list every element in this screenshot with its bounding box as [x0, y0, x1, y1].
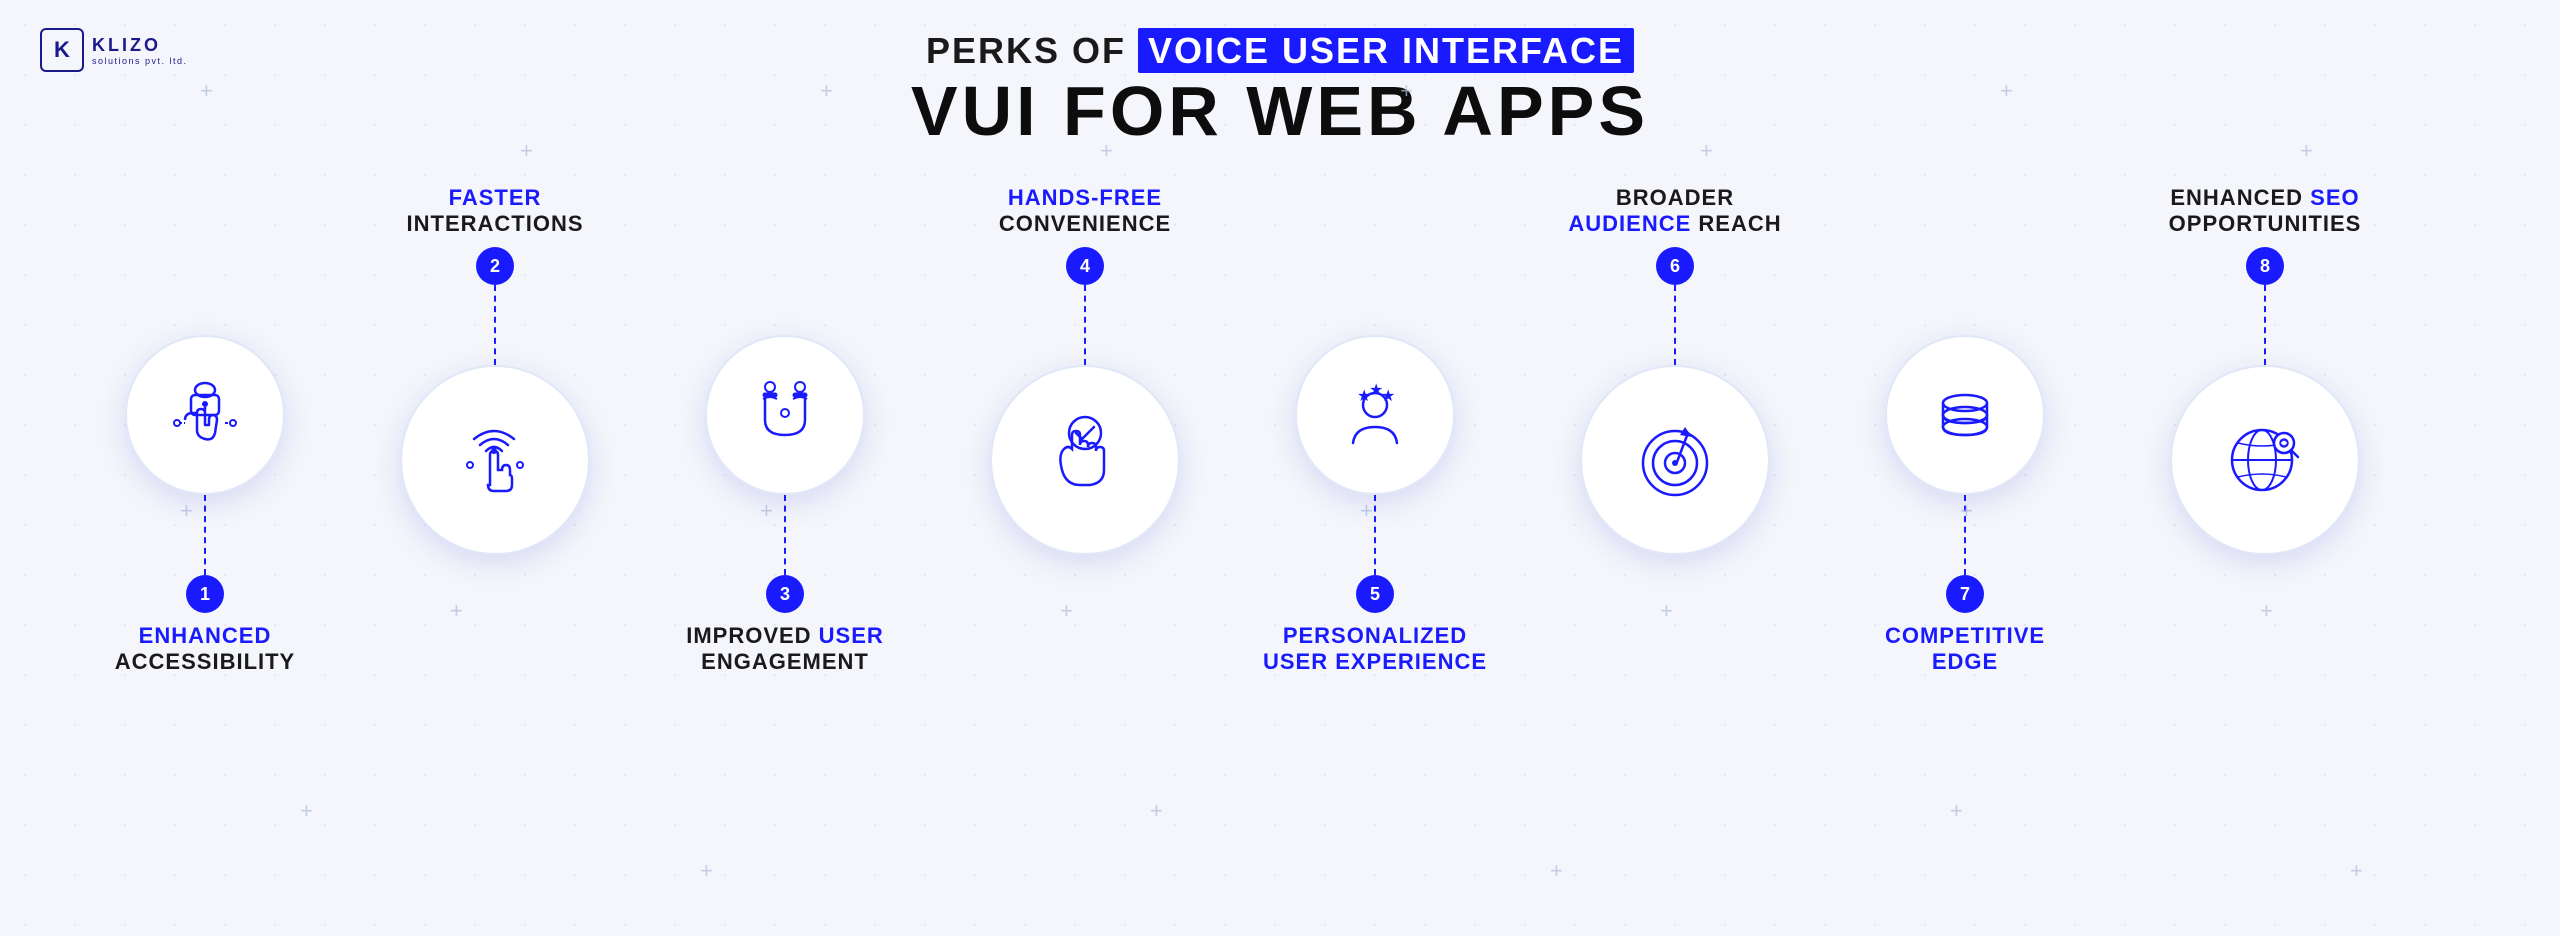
- dotted-line-2: [494, 285, 496, 365]
- perk-item-2: FASTER INTERACTIONS 2: [350, 175, 640, 555]
- label-3: IMPROVED USER ENGAGEMENT: [676, 623, 894, 675]
- label-8: ENHANCED SEO OPPORTUNITIES: [2159, 185, 2372, 237]
- touch-gesture-icon: [450, 415, 540, 505]
- dotted-line-5: [1374, 495, 1376, 575]
- hand-check-icon: [1040, 415, 1130, 505]
- perk-item-6: BROADER AUDIENCE REACH 6: [1530, 175, 1820, 555]
- badge-5: 5: [1356, 575, 1394, 613]
- plus-decoration: +: [700, 860, 713, 882]
- label-8-line1: ENHANCED SEO: [2169, 185, 2362, 211]
- label-5: PERSONALIZED USER EXPERIENCE: [1253, 623, 1497, 675]
- dotted-line-8: [2264, 285, 2266, 365]
- header-subtitle: PERKS OF VOICE USER INTERFACE: [0, 30, 2560, 72]
- label-4-line2: CONVENIENCE: [999, 211, 1171, 237]
- label-3-line2: ENGAGEMENT: [686, 649, 884, 675]
- plus-decoration: +: [520, 140, 533, 162]
- plus-decoration: +: [2350, 860, 2363, 882]
- plus-decoration: +: [1960, 500, 1973, 522]
- icon-circle-4: [990, 365, 1180, 555]
- hand-lock-icon: [165, 375, 245, 455]
- badge-3: 3: [766, 575, 804, 613]
- perk-item-3: 3 IMPROVED USER ENGAGEMENT: [640, 335, 930, 675]
- plus-decoration: +: [2260, 600, 2273, 622]
- label-1: ENHANCED ACCESSIBILITY: [105, 623, 305, 675]
- label-1-line1: ENHANCED: [115, 623, 295, 649]
- plus-decoration: +: [450, 600, 463, 622]
- page-container: K KLIZO solutions pvt. ltd. PERKS OF VOI…: [0, 0, 2560, 936]
- perk-item-4: HANDS-FREE CONVENIENCE 4: [940, 175, 1230, 555]
- label-3-line1: IMPROVED USER: [686, 623, 884, 649]
- label-7-line2: EDGE: [1885, 649, 2045, 675]
- icon-circle-3: [705, 335, 865, 495]
- icon-circle-2: [400, 365, 590, 555]
- plus-decoration: +: [2000, 80, 2013, 102]
- badge-1: 1: [186, 575, 224, 613]
- label-2: FASTER INTERACTIONS: [397, 185, 594, 237]
- plus-decoration: +: [1400, 80, 1413, 102]
- label-4-line1: HANDS-FREE: [999, 185, 1171, 211]
- plus-decoration: +: [1550, 860, 1563, 882]
- plus-decoration: +: [2300, 140, 2313, 162]
- plus-decoration: +: [820, 80, 833, 102]
- plus-decoration: +: [1950, 800, 1963, 822]
- plus-decoration: +: [200, 80, 213, 102]
- label-4: HANDS-FREE CONVENIENCE: [989, 185, 1181, 237]
- label-2-line2: INTERACTIONS: [407, 211, 584, 237]
- perk-item-1: 1 ENHANCED ACCESSIBILITY: [60, 335, 350, 675]
- icon-circle-6: [1580, 365, 1770, 555]
- plus-decoration: +: [1150, 800, 1163, 822]
- icon-circle-1: [125, 335, 285, 495]
- label-1-line2: ACCESSIBILITY: [115, 649, 295, 675]
- label-7: COMPETITIVE EDGE: [1875, 623, 2055, 675]
- plus-decoration: +: [300, 800, 313, 822]
- label-2-line1: FASTER: [407, 185, 584, 211]
- icon-circle-5: ★ ★ ★: [1295, 335, 1455, 495]
- plus-decoration: +: [1060, 600, 1073, 622]
- header-highlight: VOICE USER INTERFACE: [1138, 28, 1634, 73]
- header-prefix: PERKS OF: [926, 30, 1126, 71]
- label-6: BROADER AUDIENCE REACH: [1558, 185, 1791, 237]
- perk-item-5: ★ ★ ★ 5 PERSONALIZED USER EXPERIENCE: [1230, 335, 1520, 675]
- badge-2: 2: [476, 247, 514, 285]
- plus-decoration: +: [1660, 600, 1673, 622]
- infographic-row: 1 ENHANCED ACCESSIBILITY FASTER INTERACT…: [0, 155, 2560, 855]
- header-title: VUI FOR WEB APPS: [0, 76, 2560, 146]
- plus-decoration: +: [180, 500, 193, 522]
- page-header: PERKS OF VOICE USER INTERFACE VUI FOR WE…: [0, 30, 2560, 146]
- plus-decoration: +: [1100, 140, 1113, 162]
- plus-decoration: +: [1700, 140, 1713, 162]
- badge-8: 8: [2246, 247, 2284, 285]
- perk-item-8: ENHANCED SEO OPPORTUNITIES 8: [2120, 175, 2410, 555]
- badge-4: 4: [1066, 247, 1104, 285]
- label-8-line2: OPPORTUNITIES: [2169, 211, 2362, 237]
- label-5-line1: PERSONALIZED: [1263, 623, 1487, 649]
- dotted-line-1: [204, 495, 206, 575]
- target-arrow-icon: [1630, 415, 1720, 505]
- label-6-line1: BROADER: [1568, 185, 1781, 211]
- magnet-people-icon: [745, 375, 825, 455]
- plus-decoration: +: [1360, 500, 1373, 522]
- svg-text:★: ★: [1381, 388, 1395, 405]
- plus-decoration: +: [760, 500, 773, 522]
- dotted-line-3: [784, 495, 786, 575]
- icon-circle-7: [1885, 335, 2045, 495]
- dotted-line-4: [1084, 285, 1086, 365]
- coins-stack-icon: [1925, 375, 2005, 455]
- label-6-line2: AUDIENCE REACH: [1568, 211, 1781, 237]
- label-5-line2: USER EXPERIENCE: [1263, 649, 1487, 675]
- person-stars-icon: ★ ★ ★: [1335, 375, 1415, 455]
- globe-search-icon: [2220, 415, 2310, 505]
- badge-7: 7: [1946, 575, 1984, 613]
- icon-circle-8: [2170, 365, 2360, 555]
- badge-6: 6: [1656, 247, 1694, 285]
- dotted-line-6: [1674, 285, 1676, 365]
- label-7-line1: COMPETITIVE: [1885, 623, 2045, 649]
